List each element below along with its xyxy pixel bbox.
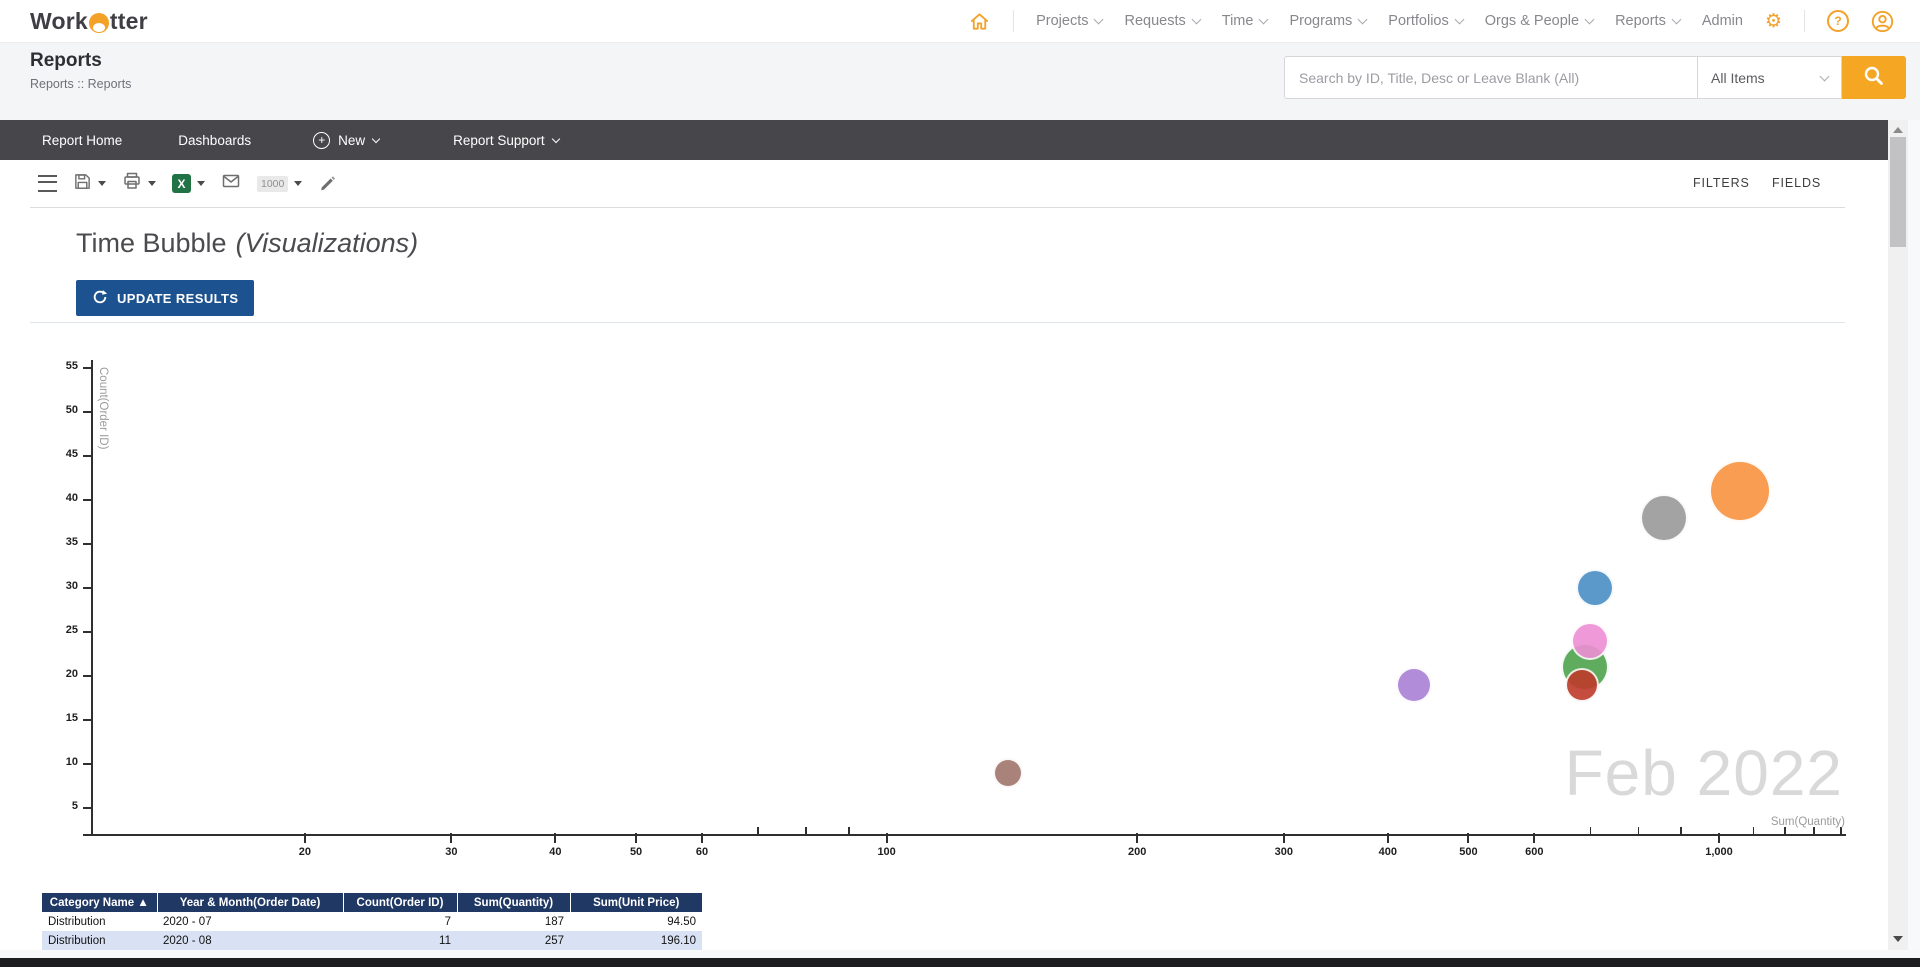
x-minor-tick-mark <box>757 827 759 834</box>
y-axis-line <box>91 360 93 836</box>
table-cell: Distribution <box>48 915 106 928</box>
y-tick-label: 15 <box>65 711 78 724</box>
x-minor-tick-mark <box>1589 827 1592 834</box>
x-tick-mark <box>700 833 703 843</box>
x-tick-label: 60 <box>695 846 709 858</box>
y-tick-mark <box>83 834 91 836</box>
table-header-row: Category Name ▲ Year & Month(Order Date) C… <box>42 893 702 912</box>
bubble-point-2[interactable] <box>1395 666 1432 703</box>
table-cell: 2020 - 08 <box>157 931 343 950</box>
bubble-point-4[interactable] <box>1709 460 1772 523</box>
x-tick-label: 50 <box>629 846 643 858</box>
x-minor-tick-mark <box>1840 827 1842 834</box>
table-cell: 257 <box>457 931 570 950</box>
y-axis-title: Count(Order ID) <box>97 367 109 450</box>
x-tick-label: 500 <box>1459 846 1478 858</box>
x-tick-mark <box>635 833 638 843</box>
y-tick-label: 55 <box>65 359 78 372</box>
x-axis-title: Sum(Quantity) <box>1770 816 1845 828</box>
bubble-point-1[interactable] <box>993 757 1024 788</box>
x-tick-mark <box>303 833 306 843</box>
scrollbar-up-arrow[interactable] <box>1893 127 1903 133</box>
table-cell: 7 <box>444 915 451 928</box>
x-minor-tick-mark <box>1813 827 1815 834</box>
y-tick-label: 45 <box>65 447 78 460</box>
x-tick-mark <box>450 833 453 843</box>
x-minor-tick-mark <box>848 827 850 834</box>
x-minor-tick-mark <box>805 827 807 834</box>
bubble-point-5[interactable] <box>1576 568 1615 607</box>
bubble-chart: 5 10 15 20 25 30 35 40 45 50 55 20 30 40 50 60 100 200 300… <box>0 0 1920 967</box>
x-tick-mark <box>885 833 888 843</box>
y-tick-mark <box>83 762 91 765</box>
x-tick-mark <box>1467 833 1470 843</box>
table-cell: 94.50 <box>667 915 696 928</box>
x-minor-tick-mark <box>1752 827 1755 834</box>
x-minor-tick-mark <box>1680 827 1682 834</box>
x-tick-label: 400 <box>1378 846 1397 858</box>
sort-asc-icon: ▲ <box>134 896 149 909</box>
y-tick-label: 35 <box>65 535 78 548</box>
bottom-light-strip <box>0 950 1920 958</box>
table-cell: 196.10 <box>570 931 702 950</box>
x-tick-mark <box>1136 833 1139 843</box>
x-tick-label: 600 <box>1525 846 1544 858</box>
column-header[interactable]: Sum(Quantity) <box>457 893 571 912</box>
table-cell: 187 <box>544 915 564 928</box>
y-tick-mark <box>83 498 91 501</box>
y-tick-mark <box>83 366 91 369</box>
y-tick-label: 10 <box>65 755 78 768</box>
x-tick-label: 1,000 <box>1705 846 1733 858</box>
results-table: Category Name ▲ Year & Month(Order Date) C… <box>42 893 702 950</box>
workotter-app: Work tter Projects Requests Time Programs… <box>0 0 1920 967</box>
column-header[interactable]: Sum(Unit Price) <box>570 893 702 912</box>
bubble-point-7[interactable] <box>1571 621 1610 660</box>
table-row[interactable]: Distribution 2020 - 07 7 187 94.50 <box>42 912 702 931</box>
y-tick-mark <box>83 410 91 413</box>
x-axis-line <box>91 834 1846 836</box>
scrollbar-thumb[interactable] <box>1890 137 1906 247</box>
y-tick-label: 40 <box>65 491 78 504</box>
x-tick-mark <box>1282 833 1285 843</box>
x-tick-mark <box>1386 833 1389 843</box>
x-tick-label: 40 <box>549 846 562 858</box>
y-tick-mark <box>83 542 91 545</box>
x-tick-label: 200 <box>1128 846 1147 858</box>
bottom-edge-bar <box>0 958 1920 967</box>
x-tick-label: 100 <box>877 846 896 858</box>
table-cell: 2020 - 07 <box>163 915 212 928</box>
y-tick-label: 20 <box>65 667 78 680</box>
y-tick-mark <box>83 586 91 589</box>
table-cell: Distribution <box>42 931 157 950</box>
table-cell: 11 <box>343 931 457 950</box>
y-tick-mark <box>83 454 91 457</box>
y-tick-mark <box>83 630 91 633</box>
x-tick-mark <box>1718 833 1720 843</box>
bubble-point-8[interactable] <box>1565 667 1600 702</box>
x-minor-tick-mark <box>1637 827 1640 834</box>
y-tick-mark <box>83 718 91 721</box>
x-minor-tick-mark <box>1784 827 1786 834</box>
y-tick-label: 25 <box>65 623 78 636</box>
scrollbar-down-arrow[interactable] <box>1893 936 1903 942</box>
bubble-point-3[interactable] <box>1640 493 1689 542</box>
x-tick-mark <box>554 833 557 843</box>
x-tick-label: 300 <box>1274 846 1293 858</box>
x-tick-label: 20 <box>298 846 311 858</box>
y-tick-label: 50 <box>65 403 78 416</box>
column-header[interactable]: Category Name ▲ <box>42 893 158 912</box>
x-tick-mark <box>1533 833 1536 843</box>
y-tick-label: 5 <box>71 799 78 812</box>
x-tick-label: 30 <box>445 846 458 858</box>
chart-watermark: Feb 2022 <box>1564 737 1843 809</box>
column-header[interactable]: Count(Order ID) <box>343 893 458 912</box>
y-tick-mark <box>83 806 91 809</box>
column-header[interactable]: Year & Month(Order Date) <box>157 893 344 912</box>
y-tick-label: 30 <box>65 579 78 592</box>
y-tick-mark <box>83 674 91 677</box>
table-row[interactable]: Distribution 2020 - 08 11 257 196.10 <box>42 931 702 950</box>
right-edge-strip <box>1908 120 1920 950</box>
